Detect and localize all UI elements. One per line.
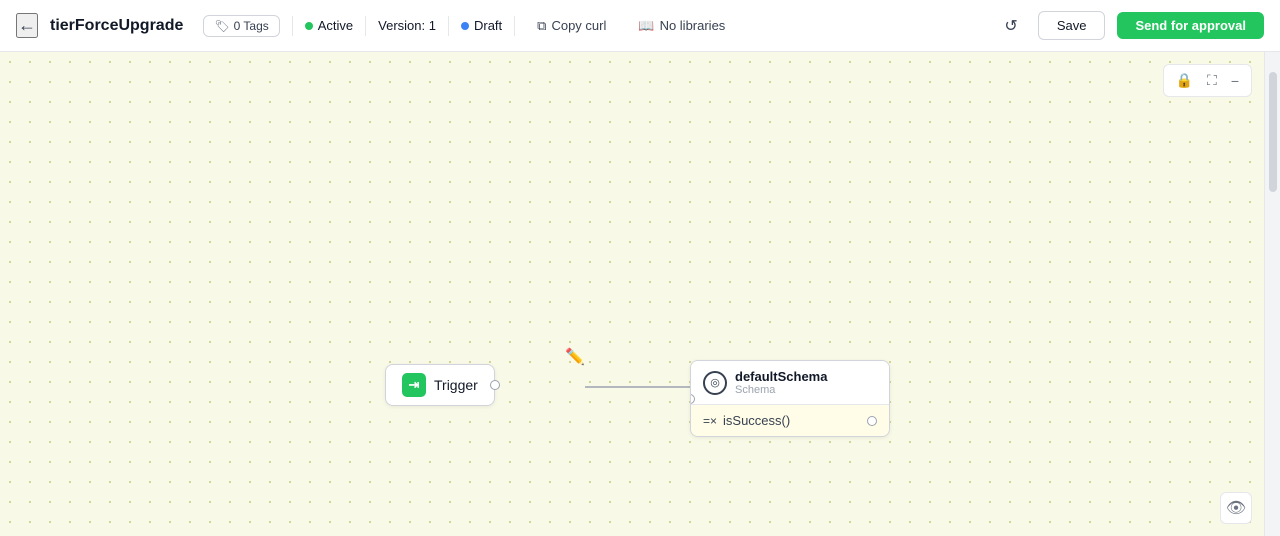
schema-subtitle: Schema	[735, 384, 827, 396]
trigger-label: Trigger	[434, 377, 478, 393]
schema-header: ◎ defaultSchema Schema	[691, 361, 889, 405]
fullscreen-icon: ⛶	[1207, 72, 1217, 88]
save-label: Save	[1057, 18, 1087, 33]
canvas-area[interactable]: 🔒 ⛶ − ✏️ ⇥ Trigger ◎ defaultSch	[0, 52, 1280, 536]
copy-curl-button[interactable]: ⧉ Copy curl	[527, 13, 616, 39]
schema-output-dot[interactable]	[867, 416, 877, 426]
trigger-icon: ⇥	[402, 373, 426, 397]
back-icon: ←	[18, 15, 36, 36]
lock-button[interactable]: 🔒	[1170, 69, 1199, 92]
draft-label: Draft	[474, 18, 502, 33]
scrollbar-thumb[interactable]	[1269, 72, 1277, 192]
send-for-approval-button[interactable]: Send for approval	[1117, 12, 1264, 39]
tag-icon: 🏷	[214, 19, 229, 33]
connection-line	[0, 52, 1280, 536]
undo-icon: ↺	[1004, 16, 1017, 36]
no-libraries-button[interactable]: 📖 No libraries	[628, 13, 735, 39]
active-status: Active	[305, 18, 353, 33]
page-title: tierForceUpgrade	[50, 17, 183, 35]
eye-icon: 👁	[1226, 498, 1246, 518]
schema-icon: ◎	[703, 371, 727, 395]
schema-title: defaultSchema	[735, 369, 827, 384]
divider-1	[292, 16, 293, 36]
active-dot	[305, 22, 313, 30]
schema-body[interactable]: =× isSuccess()	[691, 405, 889, 436]
divider-4	[514, 16, 515, 36]
schema-title-group: defaultSchema Schema	[735, 369, 827, 396]
version-label: Version: 1	[378, 18, 436, 33]
copy-icon: ⧉	[537, 18, 546, 34]
lock-icon: 🔒	[1176, 72, 1193, 88]
draft-status: Draft	[461, 18, 502, 33]
save-button[interactable]: Save	[1038, 11, 1106, 40]
draft-dot	[461, 22, 469, 30]
libraries-icon: 📖	[638, 18, 654, 34]
active-label: Active	[318, 18, 353, 33]
minimize-button[interactable]: −	[1225, 70, 1245, 92]
eye-button[interactable]: 👁	[1220, 492, 1252, 524]
back-button[interactable]: ←	[16, 13, 38, 38]
scrollbar[interactable]	[1264, 52, 1280, 536]
divider-3	[448, 16, 449, 36]
trigger-output-dot[interactable]	[490, 380, 500, 390]
canvas-controls: 🔒 ⛶ −	[1163, 64, 1252, 97]
divider-2	[365, 16, 366, 36]
no-libraries-label: No libraries	[660, 18, 726, 33]
header: ← tierForceUpgrade 🏷 0 Tags Active Versi…	[0, 0, 1280, 52]
minimize-icon: −	[1231, 73, 1239, 89]
trigger-node[interactable]: ⇥ Trigger	[385, 364, 495, 406]
schema-node[interactable]: ◎ defaultSchema Schema =× isSuccess()	[690, 360, 890, 437]
undo-button[interactable]: ↺	[996, 11, 1025, 41]
tags-button[interactable]: 🏷 0 Tags	[203, 15, 279, 37]
schema-row-text: isSuccess()	[723, 413, 790, 428]
send-label: Send for approval	[1135, 18, 1246, 33]
cursor-indicator: ✏️	[565, 347, 585, 367]
schema-row: =× isSuccess()	[703, 413, 790, 428]
copy-curl-label: Copy curl	[551, 18, 606, 33]
schema-row-icon: =×	[703, 414, 717, 428]
fullscreen-button[interactable]: ⛶	[1201, 69, 1223, 92]
tags-label: 0 Tags	[234, 19, 269, 33]
